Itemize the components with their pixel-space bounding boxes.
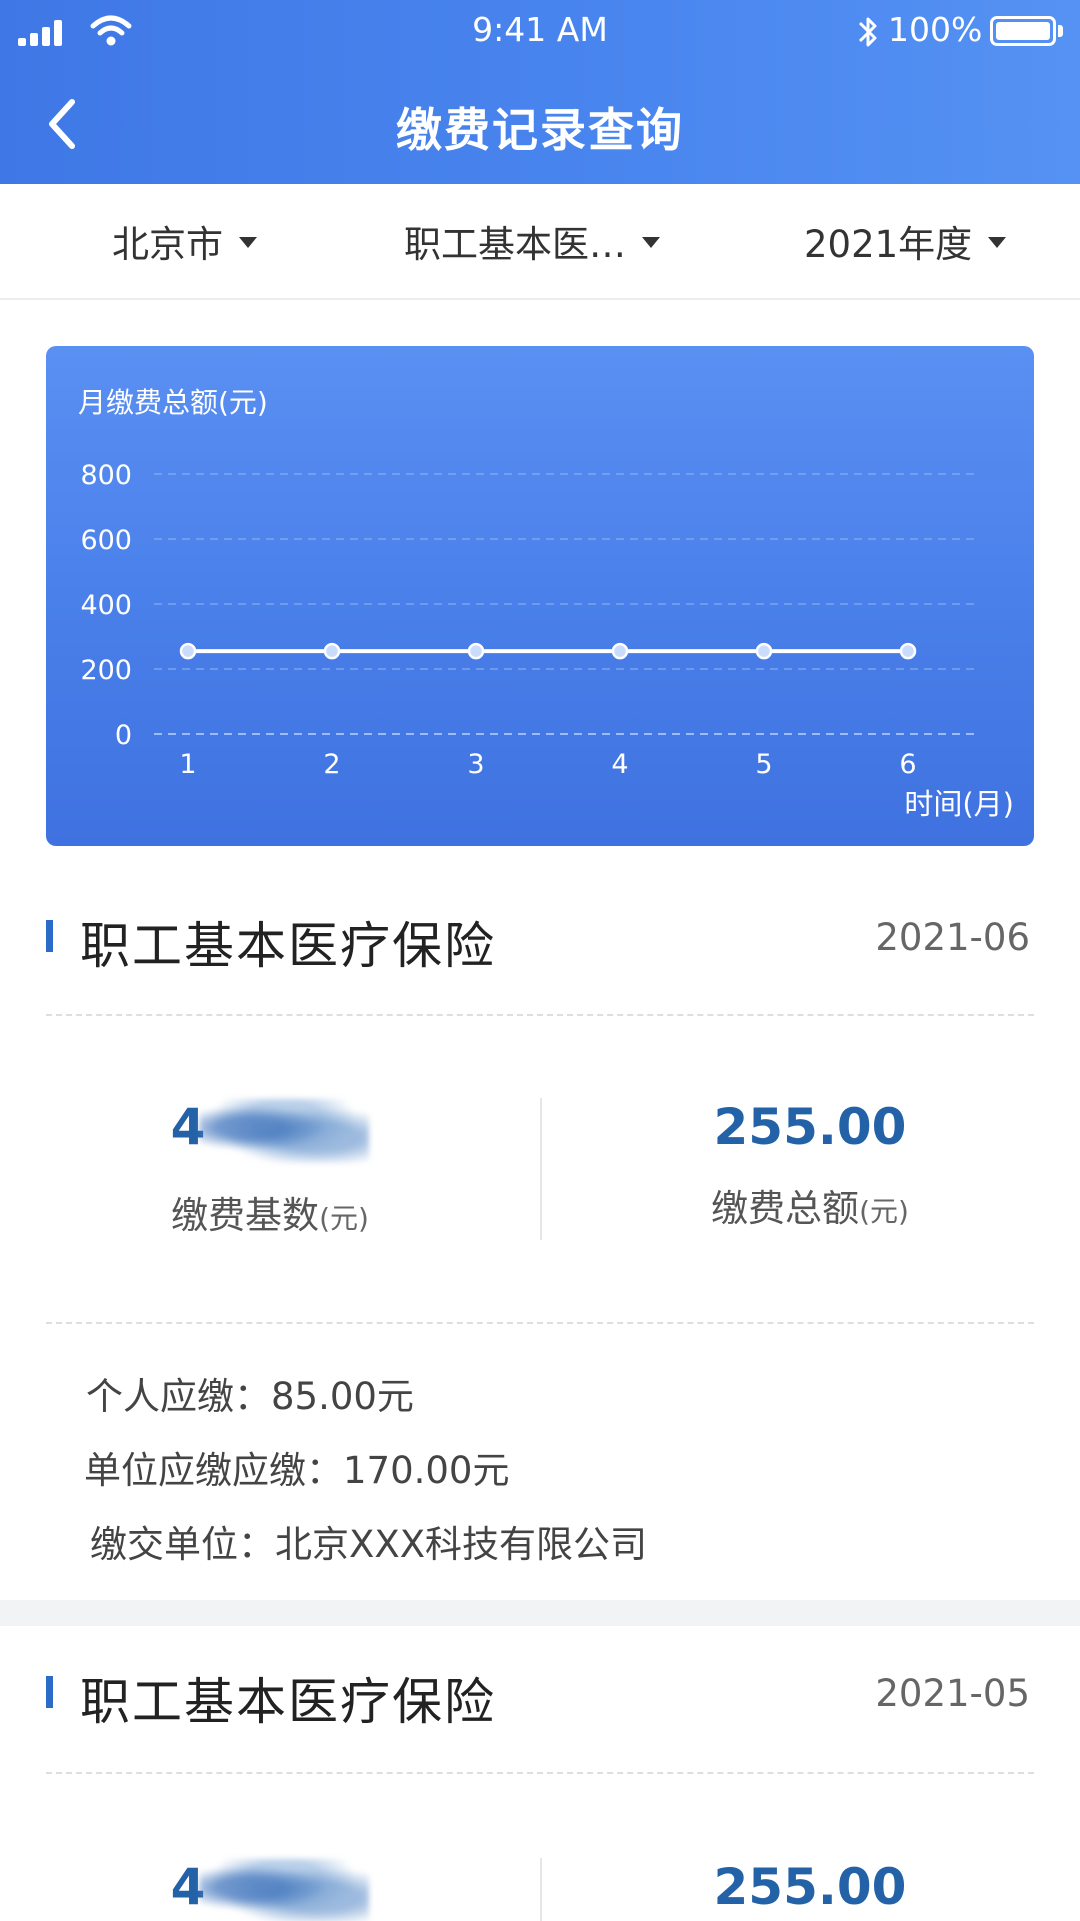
record-card[interactable]: 职工基本医疗保险 2021-06 4 缴费基数(元) 255.00 缴费总额(元… [0, 890, 1080, 1602]
battery-icon [990, 16, 1056, 46]
filter-insurance-dropdown[interactable]: 职工基本医… [404, 214, 660, 268]
stat-base-label: 缴费基数(元) [171, 1193, 369, 1237]
divider [46, 1772, 1034, 1774]
redacted-blur [199, 1098, 370, 1163]
section-marker [46, 920, 53, 952]
data-point [755, 642, 773, 660]
y-tick-label: 800 [80, 460, 132, 491]
x-tick-label: 2 [323, 749, 340, 780]
y-tick-label: 600 [80, 525, 132, 556]
record-title: 职工基本医疗保险 [80, 917, 496, 975]
y-tick-label: 0 [115, 720, 132, 751]
bluetooth-icon [858, 17, 877, 47]
y-tick-label: 200 [80, 655, 132, 686]
filter-bar: 北京市 职工基本医… 2021年度 [0, 184, 1080, 300]
redacted-blur [199, 1858, 370, 1921]
caret-down-icon [239, 237, 257, 248]
stat-total: 255.00 [540, 1858, 1080, 1916]
employer-name: 缴交单位：北京XXX科技有限公司 [90, 1523, 648, 1566]
record-header: 职工基本医疗保险 2021-05 [0, 1646, 1080, 1736]
monthly-total-chart: 月缴费总额(元) 0 200 400 600 800 1 2 3 4 5 6 时间(月) [78, 386, 1014, 821]
data-point [899, 642, 917, 660]
record-date: 2021-06 [875, 916, 1030, 959]
divider [46, 1014, 1034, 1016]
filter-insurance-label: 职工基本医… [404, 223, 626, 266]
stat-total-value: 255.00 [713, 1098, 907, 1156]
divider [46, 1322, 1034, 1324]
stat-total: 255.00 缴费总额(元) [540, 1098, 1080, 1232]
stat-total-label: 缴费总额(元) [711, 1187, 909, 1230]
data-point [179, 642, 197, 660]
personal-payment: 个人应缴：85.00元 [86, 1375, 414, 1418]
record-header: 职工基本医疗保险 2021-06 [0, 890, 1080, 980]
record-card[interactable]: 职工基本医疗保险 2021-05 4 255.00 [0, 1646, 1080, 1921]
y-tick-label: 400 [80, 590, 132, 621]
caret-down-icon [642, 237, 660, 248]
filter-city-label: 北京市 [112, 223, 223, 266]
caret-down-icon [988, 237, 1007, 248]
app-header: 9:41 AM 100% 缴费记录查询 [0, 0, 1080, 184]
battery-percent: 100% [888, 10, 983, 49]
filter-year-label: 2021年度 [804, 223, 973, 266]
company-payment: 单位应缴应缴：170.00元 [84, 1449, 510, 1492]
filter-city-dropdown[interactable]: 北京市 [112, 214, 257, 268]
x-tick-label: 3 [467, 749, 484, 780]
filter-year-dropdown[interactable]: 2021年度 [804, 214, 1007, 268]
stat-base: 4 [0, 1858, 540, 1921]
stat-base-value: 4 [0, 1858, 540, 1921]
section-gap [0, 1600, 1080, 1626]
chart-title: 月缴费总额(元) [78, 386, 268, 419]
x-tick-label: 5 [755, 749, 772, 780]
data-point [467, 642, 485, 660]
chart-card: 月缴费总额(元) 0 200 400 600 800 1 2 3 4 5 6 时间(月) [46, 346, 1034, 846]
data-point [611, 642, 629, 660]
stat-total-value: 255.00 [713, 1858, 907, 1916]
status-bar: 9:41 AM 100% [0, 0, 1080, 62]
battery-tip [1058, 25, 1063, 37]
x-axis-label: 时间(月) [904, 787, 1014, 821]
x-tick-label: 6 [899, 749, 916, 780]
record-title: 职工基本医疗保险 [80, 1673, 496, 1731]
data-point [323, 642, 341, 660]
page-title: 缴费记录查询 [396, 103, 684, 157]
x-tick-label: 4 [611, 749, 628, 780]
record-date: 2021-05 [875, 1672, 1030, 1715]
stat-base-value: 4 [0, 1098, 540, 1163]
x-tick-label: 1 [179, 749, 196, 780]
section-marker [46, 1676, 53, 1708]
stat-base: 4 缴费基数(元) [0, 1098, 540, 1239]
